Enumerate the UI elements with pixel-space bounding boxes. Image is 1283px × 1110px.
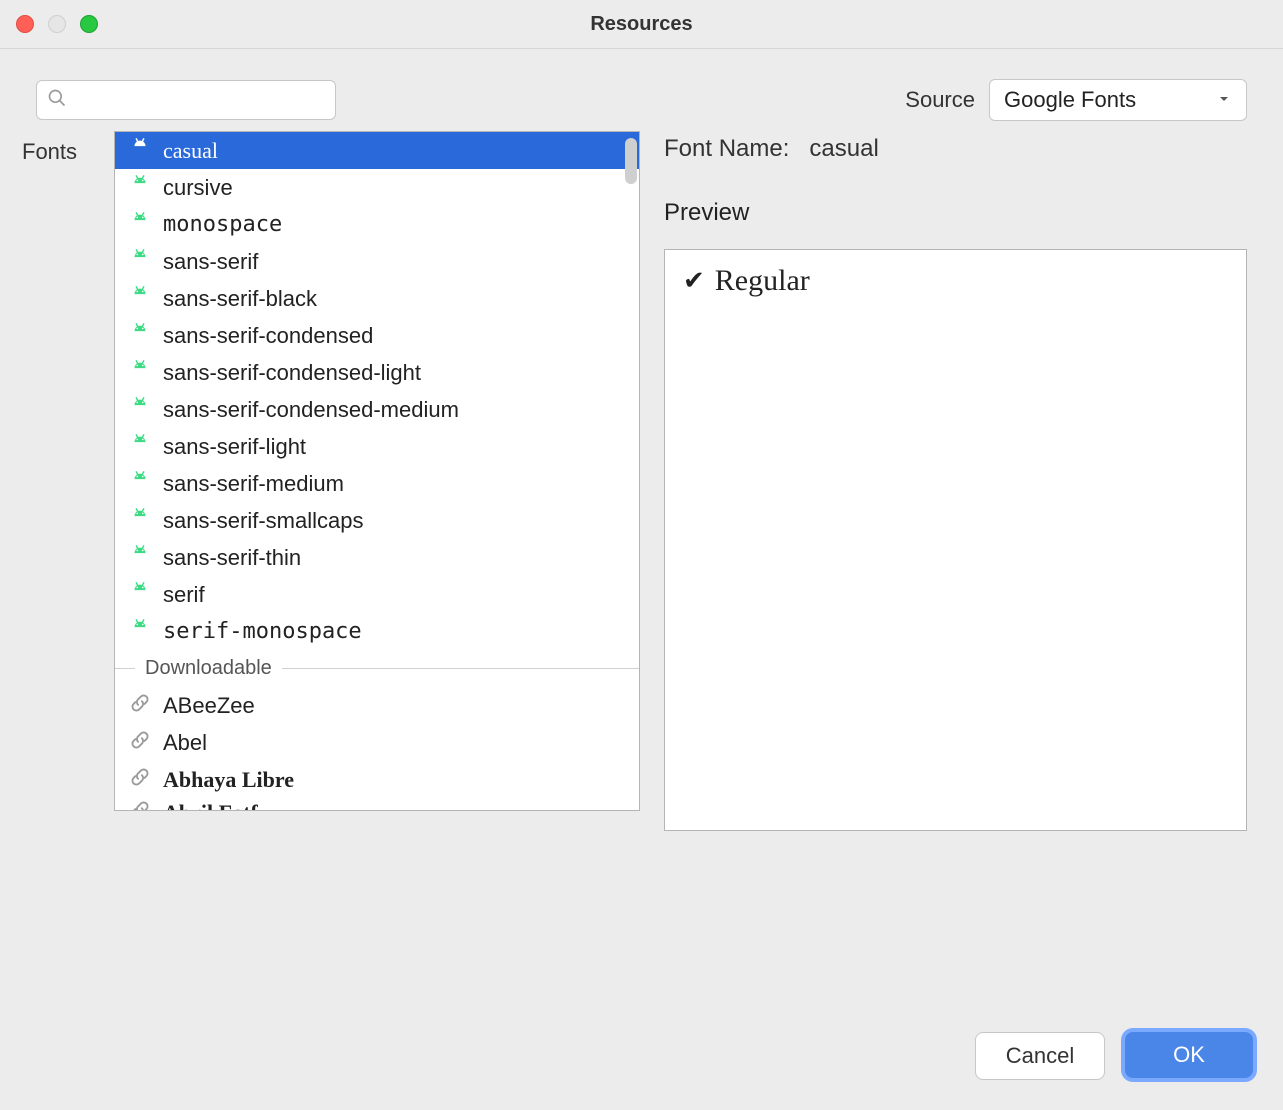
font-name: Abel xyxy=(163,730,207,756)
left-column: Fonts casual cursive monospace sans-serif sa… xyxy=(22,131,640,1008)
link-icon xyxy=(129,729,151,757)
android-icon xyxy=(129,322,151,350)
font-list-item[interactable]: sans-serif-medium xyxy=(115,465,639,502)
font-name: Abril Fatf xyxy=(163,800,258,810)
font-list-item[interactable]: ABeeZee xyxy=(115,687,639,724)
titlebar: Resources xyxy=(0,0,1283,49)
ok-button-label: OK xyxy=(1173,1042,1205,1068)
font-name: serif xyxy=(163,582,205,608)
font-name: casual xyxy=(163,138,218,164)
section-title: Downloadable xyxy=(145,657,272,680)
android-icon xyxy=(129,618,151,646)
font-list-item[interactable]: sans-serif-condensed xyxy=(115,317,639,354)
font-name: sans-serif-condensed xyxy=(163,323,373,349)
android-icon xyxy=(129,396,151,424)
toolbar: Source Google Fonts xyxy=(0,49,1283,131)
divider xyxy=(282,668,639,669)
search-icon xyxy=(47,88,67,113)
resources-dialog: Resources Source Google Fonts xyxy=(0,0,1283,1110)
font-list-item[interactable]: serif xyxy=(115,576,639,613)
preview-style-label: Regular xyxy=(715,264,810,298)
android-icon xyxy=(129,507,151,535)
font-name: sans-serif-condensed-light xyxy=(163,360,421,386)
source-selector-group: Source Google Fonts xyxy=(905,79,1247,121)
preview-style-item[interactable]: ✔ Regular xyxy=(683,264,1228,298)
font-name-label: Font Name: xyxy=(664,135,789,162)
android-icon xyxy=(129,359,151,387)
font-list-item[interactable]: Abel xyxy=(115,724,639,761)
font-name: ABeeZee xyxy=(163,693,255,719)
font-list-item[interactable]: monospace xyxy=(115,206,639,243)
font-list-item[interactable]: sans-serif xyxy=(115,243,639,280)
font-list-item[interactable]: Abhaya Libre xyxy=(115,761,639,798)
font-list-item[interactable]: sans-serif-black xyxy=(115,280,639,317)
font-name: serif-monospace xyxy=(163,619,362,644)
scrollbar-thumb[interactable] xyxy=(625,138,637,184)
font-list-item[interactable]: sans-serif-condensed-medium xyxy=(115,391,639,428)
divider xyxy=(115,668,135,669)
android-icon xyxy=(129,581,151,609)
preview-label: Preview xyxy=(664,199,1247,227)
cancel-button[interactable]: Cancel xyxy=(975,1032,1105,1080)
android-icon xyxy=(129,211,151,239)
font-name: sans-serif-smallcaps xyxy=(163,508,364,534)
cancel-button-label: Cancel xyxy=(1006,1043,1074,1069)
right-column: Font Name: casual Preview ✔ Regular xyxy=(664,131,1247,1008)
android-icon xyxy=(129,544,151,572)
android-icon xyxy=(129,174,151,202)
font-name: sans-serif xyxy=(163,249,258,275)
downloadable-section-header: Downloadable xyxy=(115,650,639,687)
font-name: sans-serif-medium xyxy=(163,471,344,497)
source-selected-value: Google Fonts xyxy=(1004,87,1136,113)
android-icon xyxy=(129,137,151,165)
close-window-button[interactable] xyxy=(16,15,34,33)
source-label: Source xyxy=(905,87,975,113)
dialog-body: Fonts casual cursive monospace sans-serif sa… xyxy=(0,131,1283,1008)
font-list-item[interactable]: sans-serif-light xyxy=(115,428,639,465)
font-name: Abhaya Libre xyxy=(163,767,294,793)
font-name-value: casual xyxy=(809,135,878,162)
font-list-item[interactable]: sans-serif-smallcaps xyxy=(115,502,639,539)
link-icon xyxy=(129,692,151,720)
dialog-footer: Cancel OK xyxy=(0,1008,1283,1110)
search-input[interactable] xyxy=(75,89,325,112)
font-list-item[interactable]: serif-monospace xyxy=(115,613,639,650)
chevron-down-icon xyxy=(1216,87,1232,113)
fonts-label: Fonts xyxy=(22,131,100,1008)
android-icon xyxy=(129,248,151,276)
preview-box: ✔ Regular xyxy=(664,249,1247,831)
font-list-item[interactable]: Abril Fatf xyxy=(115,798,639,810)
font-name: cursive xyxy=(163,175,233,201)
font-name: sans-serif-black xyxy=(163,286,317,312)
font-name: sans-serif-light xyxy=(163,434,306,460)
zoom-window-button[interactable] xyxy=(80,15,98,33)
font-list[interactable]: casual cursive monospace sans-serif sans-ser… xyxy=(114,131,640,811)
window-controls xyxy=(16,15,98,33)
font-name-row: Font Name: casual xyxy=(664,135,1247,163)
font-list-item[interactable]: casual xyxy=(115,132,639,169)
android-icon xyxy=(129,433,151,461)
android-icon xyxy=(129,470,151,498)
font-list-item[interactable]: sans-serif-condensed-light xyxy=(115,354,639,391)
link-icon xyxy=(129,799,151,810)
font-name: monospace xyxy=(163,212,282,237)
minimize-window-button[interactable] xyxy=(48,15,66,33)
android-icon xyxy=(129,285,151,313)
search-field[interactable] xyxy=(36,80,336,120)
link-icon xyxy=(129,766,151,794)
font-list-item[interactable]: cursive xyxy=(115,169,639,206)
font-list-item[interactable]: sans-serif-thin xyxy=(115,539,639,576)
font-name: sans-serif-thin xyxy=(163,545,301,571)
ok-button[interactable]: OK xyxy=(1125,1032,1253,1078)
source-dropdown[interactable]: Google Fonts xyxy=(989,79,1247,121)
window-title: Resources xyxy=(590,13,692,36)
font-name: sans-serif-condensed-medium xyxy=(163,397,459,423)
checkmark-icon: ✔ xyxy=(683,266,705,296)
